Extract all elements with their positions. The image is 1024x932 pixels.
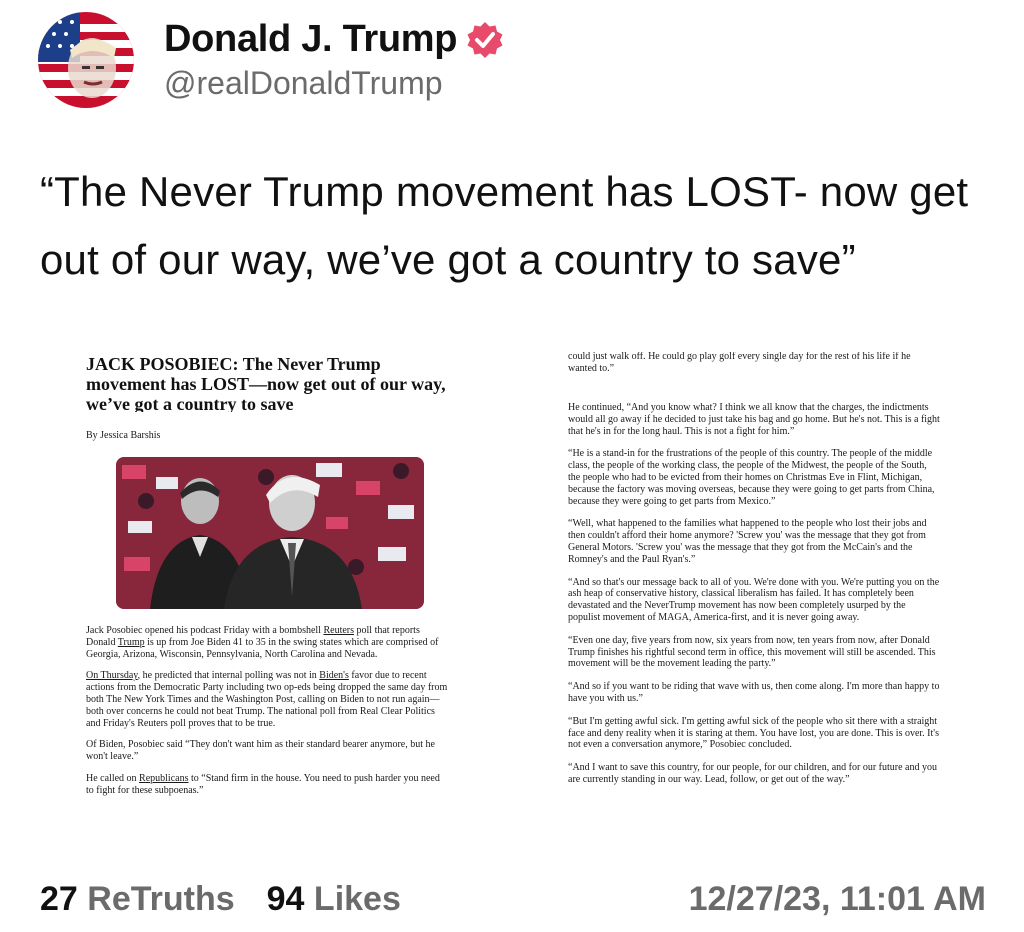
article-headline: JACK POSOBIEC: The Never Trump movement …: [86, 354, 446, 412]
article-paragraph: “But I'm getting awful sick. I'm getting…: [568, 715, 939, 751]
article-link[interactable]: On Thursday: [86, 670, 138, 681]
likes-count: 94: [266, 880, 305, 918]
article-paragraph: He called on Republicans to “Stand firm …: [86, 772, 440, 796]
article-paragraph: Of Biden, Posobiec said “They don't want…: [86, 739, 435, 763]
article-link[interactable]: Biden's: [319, 670, 349, 681]
article-link[interactable]: Republicans: [139, 773, 188, 784]
article-paragraph: On Thursday, he predicted that internal …: [86, 670, 448, 729]
article-photo: [116, 457, 424, 609]
article-byline: By Jessica Barshis: [86, 430, 161, 441]
post-footer: 27 ReTruths 94 Likes 12/27/23, 11:01 AM: [40, 880, 986, 919]
post-text: “The Never Trump movement has LOST- now …: [40, 168, 969, 283]
avatar[interactable]: [38, 12, 134, 108]
article-paragraph: He continued, “And you know what? I thin…: [568, 402, 940, 437]
retruths-stat[interactable]: 27 ReTruths: [40, 880, 235, 919]
article-paragraph-cut: Donald Trump is a billionaire. Donald Tr…: [568, 352, 911, 375]
retruths-label: ReTruths: [87, 880, 235, 918]
post-header: Donald J. Trump @realDonaldTrump: [38, 10, 505, 110]
article-paragraph: Jack Posobiec opened his podcast Friday …: [86, 625, 439, 660]
article-paragraph: “He is a stand-in for the frustrations o…: [568, 448, 935, 507]
article-link[interactable]: Reuters: [323, 625, 354, 636]
likes-label: Likes: [313, 880, 401, 918]
article-photo-image: [116, 457, 424, 609]
post-stats: 27 ReTruths 94 Likes: [40, 880, 433, 919]
avatar-image: [38, 12, 134, 108]
article-paragraph: “And so that's our message back to all o…: [568, 576, 940, 623]
display-name[interactable]: Donald J. Trump: [164, 18, 458, 61]
article-paragraph: “And so if you want to be riding that wa…: [568, 681, 940, 704]
article-link[interactable]: Trump: [118, 637, 145, 648]
article-right-column: Donald Trump is a billionaire. Donald Tr…: [568, 352, 940, 802]
article-paragraph-cut: “And I want to save this country, for ou…: [568, 762, 937, 785]
user-handle[interactable]: @realDonaldTrump: [164, 65, 505, 102]
retruths-count: 27: [40, 880, 78, 918]
post-timestamp[interactable]: 12/27/23, 11:01 AM: [689, 880, 986, 919]
article-paragraph: “Even one day, five years from now, six …: [568, 634, 936, 670]
article-left-column: JACK POSOBIEC: The Never Trump movement …: [86, 352, 450, 807]
verified-badge-icon: [467, 21, 503, 58]
likes-stat[interactable]: 94 Likes: [267, 880, 401, 919]
article-paragraph: “Well, what happened to the families wha…: [568, 518, 927, 565]
